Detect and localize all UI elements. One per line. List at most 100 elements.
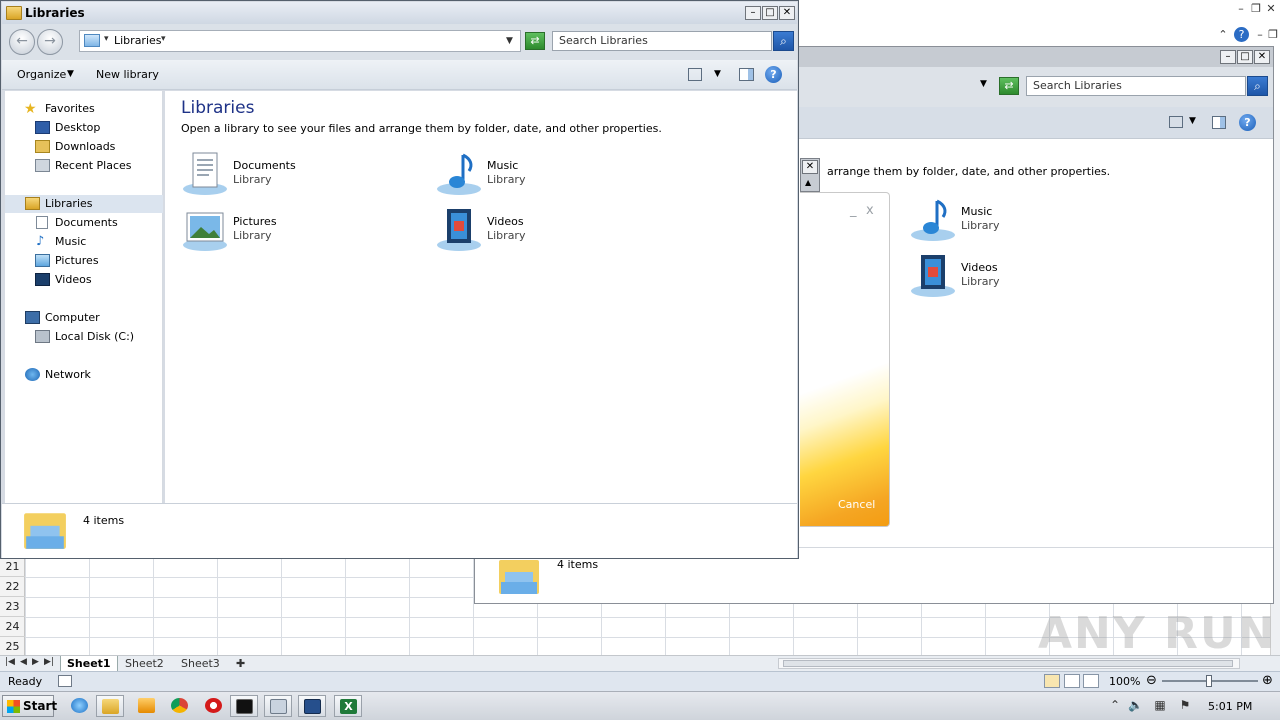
prev-sheet-icon[interactable]: ◀	[20, 657, 27, 667]
taskbar-explorer[interactable]	[96, 695, 124, 717]
help-icon[interactable]: ?	[765, 66, 782, 83]
preview-pane-icon[interactable]	[739, 68, 754, 81]
bg-view-dropdown-icon[interactable]: ▼	[1189, 116, 1196, 126]
show-hidden-icons-icon[interactable]: ⌃	[1108, 698, 1122, 712]
nav-computer[interactable]: Computer	[5, 309, 163, 327]
page-layout-icon[interactable]	[1064, 674, 1080, 688]
start-button[interactable]: Start	[2, 695, 57, 717]
tab-sheet1[interactable]: Sheet1	[60, 656, 118, 671]
volume-icon[interactable]: 🔈	[1128, 698, 1143, 712]
dialog-scroll-up-icon[interactable]: ▲	[805, 178, 811, 187]
bg-address-dropdown-icon[interactable]: ▼	[980, 79, 987, 89]
forward-button[interactable]: →	[37, 29, 63, 55]
horizontal-scrollbar[interactable]	[778, 658, 1240, 669]
nav-recent-places[interactable]: Recent Places	[5, 157, 163, 175]
action-center-flag-icon[interactable]: ⚑	[1178, 698, 1192, 712]
breadcrumb-chevron-icon[interactable]: ▾	[104, 34, 109, 44]
library-name: Videos	[961, 261, 998, 274]
workbook-minimize-button[interactable]: –	[1253, 29, 1267, 41]
bg-search-icon[interactable]: ⌕	[1247, 76, 1268, 96]
network-tray-icon[interactable]: ▦	[1153, 698, 1167, 712]
nav-music[interactable]: ♪ Music	[5, 233, 163, 251]
library-pictures[interactable]: Pictures Library	[181, 207, 381, 255]
zoom-out-icon[interactable]: ⊖	[1146, 673, 1157, 688]
taskbar-cmd[interactable]	[230, 695, 258, 717]
excel-minimize-button[interactable]: –	[1234, 3, 1248, 15]
breadcrumb-dropdown-icon[interactable]: ▾	[161, 34, 166, 44]
library-music[interactable]: Music Library	[435, 151, 635, 199]
clock[interactable]: 5:01 PM	[1208, 700, 1252, 713]
taskbar-window-2[interactable]	[264, 695, 292, 717]
nav-videos[interactable]: Videos	[5, 271, 163, 289]
row-number[interactable]: 24	[0, 617, 25, 637]
library-videos[interactable]: Videos Library	[435, 207, 635, 255]
address-dropdown-icon[interactable]: ▼	[506, 36, 513, 46]
nav-local-disk[interactable]: Local Disk (C:)	[5, 328, 163, 346]
refresh-icon[interactable]: ⇄	[525, 32, 545, 50]
maximize-button[interactable]: □	[762, 6, 778, 20]
bg-library-music[interactable]: Music Library	[909, 197, 1109, 245]
bg-preview-pane-icon[interactable]	[1212, 116, 1226, 129]
minimize-button[interactable]: –	[745, 6, 761, 20]
change-view-icon[interactable]	[688, 68, 702, 81]
ribbon-minimize-icon[interactable]: ⌃	[1216, 29, 1230, 41]
row-number[interactable]: 22	[0, 577, 25, 597]
bg-minimize-button[interactable]: –	[1220, 50, 1236, 64]
nav-network[interactable]: Network	[5, 366, 163, 384]
excel-restore-button[interactable]: ❐	[1249, 3, 1263, 15]
taskbar-excel[interactable]: X	[334, 695, 362, 717]
last-sheet-icon[interactable]: ▶|	[44, 657, 54, 667]
page-break-icon[interactable]	[1083, 674, 1099, 688]
view-dropdown-icon[interactable]: ▼	[714, 69, 721, 79]
next-sheet-icon[interactable]: ▶	[32, 657, 39, 667]
taskbar-ie[interactable]	[66, 695, 94, 717]
taskbar-media-player[interactable]	[133, 695, 161, 717]
dialog-minimize-button[interactable]: _	[850, 203, 857, 218]
nav-libraries[interactable]: Libraries	[5, 195, 163, 213]
library-documents[interactable]: Documents Library	[181, 151, 381, 199]
bg-help-icon[interactable]: ?	[1239, 114, 1256, 131]
bg-maximize-button[interactable]: □	[1237, 50, 1253, 64]
nav-desktop[interactable]: Desktop	[5, 119, 163, 137]
tab-sheet3[interactable]: Sheet3	[175, 656, 226, 671]
dialog-close-button[interactable]: x	[866, 203, 874, 218]
dialog-strip-close-button[interactable]: ✕	[802, 160, 818, 174]
taskbar-opera[interactable]	[200, 695, 228, 717]
bg-refresh-icon[interactable]: ⇄	[999, 77, 1019, 95]
zoom-in-icon[interactable]: ⊕	[1262, 673, 1273, 688]
row-number[interactable]: 25	[0, 637, 25, 657]
excel-close-button[interactable]: ✕	[1264, 3, 1278, 15]
back-button[interactable]: ←	[9, 29, 35, 55]
workbook-restore-button[interactable]: ❐	[1266, 29, 1280, 41]
bg-library-videos[interactable]: Videos Library	[909, 253, 1109, 301]
search-input[interactable]: Search Libraries	[552, 31, 772, 51]
zoom-level[interactable]: 100%	[1109, 675, 1140, 688]
taskbar-installer[interactable]	[298, 695, 326, 717]
bg-search-input[interactable]: Search Libraries	[1026, 76, 1246, 96]
first-sheet-icon[interactable]: |◀	[5, 657, 15, 667]
address-bar[interactable]: ▾ Libraries ▾ ▼	[79, 30, 521, 52]
scrollbar-thumb[interactable]	[783, 660, 1233, 667]
row-number[interactable]: 23	[0, 597, 25, 617]
breadcrumb[interactable]: Libraries	[114, 34, 162, 47]
macro-record-icon[interactable]	[58, 675, 72, 687]
bg-close-button[interactable]: ✕	[1254, 50, 1270, 64]
row-number[interactable]: 21	[0, 557, 25, 577]
new-library-button[interactable]: New library	[96, 68, 159, 81]
nav-pictures[interactable]: Pictures	[5, 252, 163, 270]
taskbar-chrome[interactable]	[166, 695, 194, 717]
nav-downloads[interactable]: Downloads	[5, 138, 163, 156]
nav-favorites[interactable]: ★ Favorites	[5, 100, 163, 118]
close-button[interactable]: ✕	[779, 6, 795, 20]
normal-view-icon[interactable]	[1044, 674, 1060, 688]
zoom-slider-thumb[interactable]	[1206, 675, 1212, 687]
nav-documents[interactable]: Documents	[5, 214, 163, 232]
excel-help-icon[interactable]: ?	[1234, 27, 1249, 42]
organize-dropdown-icon[interactable]: ▼	[67, 69, 74, 79]
cancel-button[interactable]: Cancel	[838, 498, 875, 511]
insert-sheet-icon[interactable]: ✚	[230, 656, 251, 671]
bg-view-icon[interactable]	[1169, 116, 1183, 128]
organize-button[interactable]: Organize	[17, 68, 66, 81]
tab-sheet2[interactable]: Sheet2	[119, 656, 170, 671]
search-icon[interactable]: ⌕	[773, 31, 794, 51]
